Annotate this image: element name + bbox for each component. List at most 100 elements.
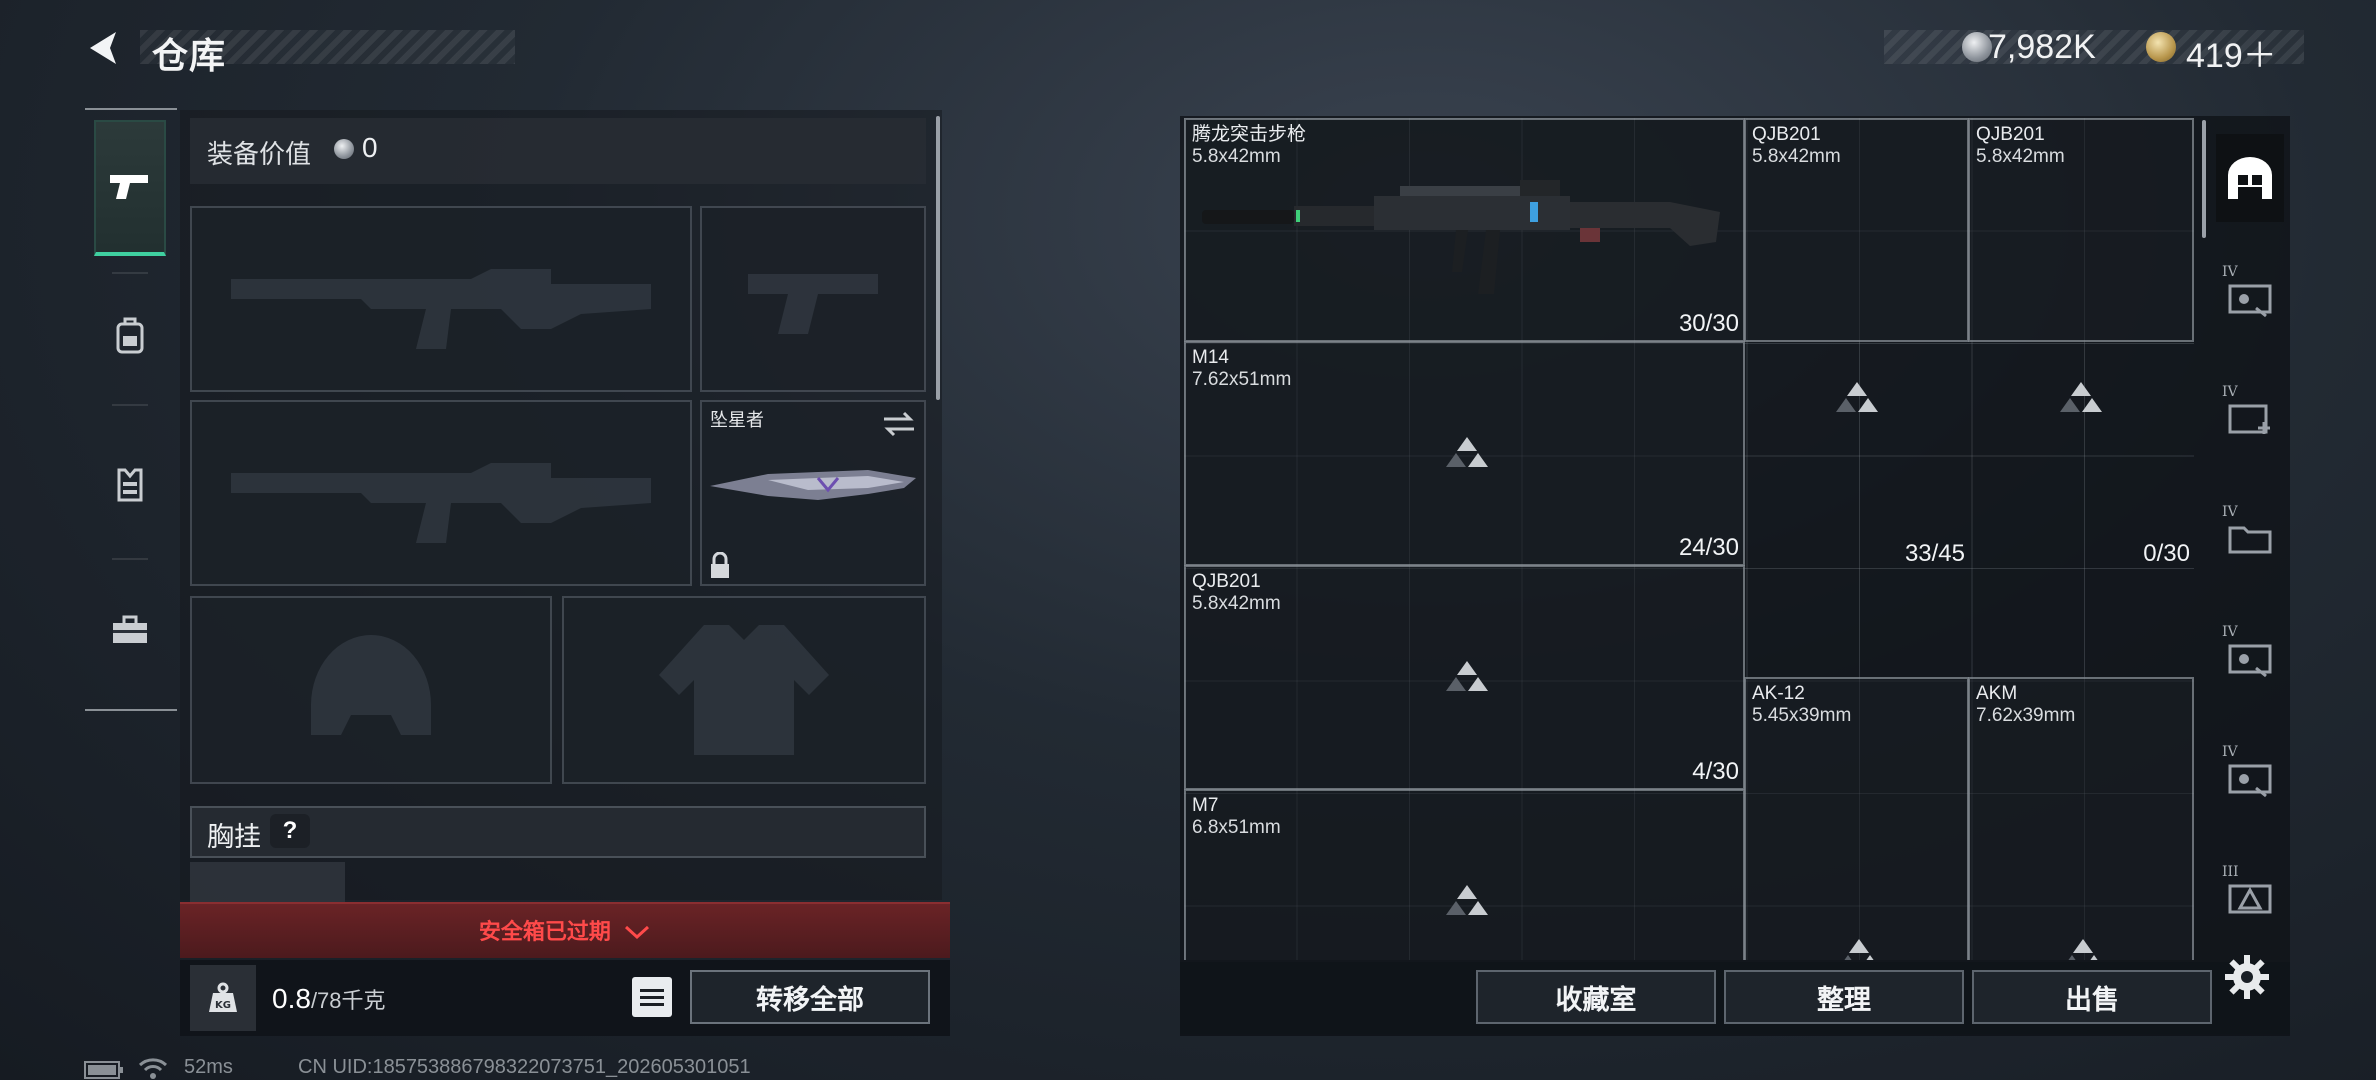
grid-item-magazine[interactable]: 33/45: [1744, 118, 1969, 678]
nav-separator: [112, 558, 148, 560]
nav-tab-toolbox[interactable]: [94, 562, 166, 698]
nav-tab-vest[interactable]: [94, 416, 166, 552]
item-name: 腾龙突击步枪: [1192, 124, 1307, 145]
grid-scrollbar[interactable]: [2202, 120, 2206, 238]
storage-medkit-icon: [2228, 404, 2270, 434]
side-tab-storage-3[interactable]: IV: [2216, 374, 2284, 462]
list-view-button[interactable]: [632, 977, 672, 1017]
item-name: M14: [1192, 347, 1229, 368]
grid-item-m7[interactable]: M7 6.8x51mm: [1184, 789, 1745, 960]
equipment-value-label: 装备价值: [207, 139, 312, 169]
collection-room-button[interactable]: 收藏室: [1476, 970, 1716, 1024]
back-arrow-icon[interactable]: [82, 26, 126, 70]
chest-rig-help-button[interactable]: ?: [270, 814, 310, 848]
primary-weapon-slot-2[interactable]: [190, 400, 692, 586]
storage-iv-icon: [2228, 284, 2272, 318]
safebox-expired-text[interactable]: 安全箱已过期: [180, 914, 950, 946]
weight-icon: KG: [209, 982, 237, 1012]
item-name: QJB201: [1192, 571, 1261, 592]
grid-item-ak12[interactable]: AK-12 5.45x39mm: [1744, 677, 1969, 960]
armor-silhouette-icon: [659, 625, 829, 755]
nav-tab-backpack[interactable]: [94, 268, 166, 404]
storage-tier-label: IV: [2222, 504, 2238, 520]
grid-item-qjb201[interactable]: QJB201 5.8x42mm 4/30: [1184, 565, 1745, 790]
storage-grid: 腾龙突击步枪 5.8x42mm 30/30 QJB201 5.8x42mm QJ…: [1184, 118, 2194, 960]
helmet-silhouette-icon: [311, 635, 431, 735]
gold-balance[interactable]: 419＋: [2186, 28, 2277, 77]
storage-iv-icon: [2228, 644, 2272, 678]
silver-balance: 7,982K: [1988, 28, 2096, 66]
ping-text: 52ms: [184, 1056, 233, 1078]
storage-tier-label: III: [2222, 864, 2239, 880]
storage-tier-label: IV: [2222, 744, 2238, 760]
item-caliber: 5.45x39mm: [1752, 705, 1852, 726]
helmet-slot[interactable]: [190, 596, 552, 784]
item-name: AK-12: [1752, 683, 1805, 704]
weight-current: 0.8: [272, 983, 311, 1014]
swap-arrows-icon[interactable]: [882, 410, 916, 438]
item-placeholder-icon: [1836, 382, 1878, 412]
side-tab-storage-5[interactable]: IV: [2216, 614, 2284, 702]
nav-divider-bottom: [85, 709, 177, 711]
safebox-status-label: 安全箱已过期: [478, 919, 611, 944]
settings-gear-icon[interactable]: [2222, 952, 2272, 1002]
storage-tier-label: IV: [2222, 624, 2238, 640]
melee-weapon-name: 坠星者: [710, 410, 764, 430]
backpack-icon: [116, 317, 144, 354]
wifi-icon: [138, 1058, 168, 1079]
item-ammo-count: 0/30: [2143, 540, 2190, 567]
silver-coin-icon: [334, 139, 354, 159]
lock-icon: [711, 552, 729, 578]
armor-slot[interactable]: [562, 596, 926, 784]
storage-folder-icon: [2228, 526, 2272, 554]
equipment-scrollbar[interactable]: [936, 116, 940, 400]
weight-value: 0.8/78千克: [272, 983, 386, 1015]
item-placeholder-icon: [2060, 382, 2102, 412]
item-placeholder-icon: [1844, 939, 1874, 960]
equipment-value: 0: [362, 132, 378, 163]
side-tab-storage-6[interactable]: IV: [2216, 734, 2284, 822]
chest-rig-label: 胸挂: [207, 822, 261, 852]
vest-icon: [117, 468, 143, 502]
svg-text:KG: KG: [215, 1000, 231, 1011]
storage-tier-label: IV: [2222, 264, 2238, 280]
side-tab-storage-4[interactable]: IV: [2216, 494, 2284, 582]
item-ammo-count: 24/30: [1678, 534, 1739, 561]
nav-tab-weapons[interactable]: [94, 120, 166, 256]
item-ammo-count: 30/30: [1678, 310, 1739, 337]
toolbox-icon: [113, 615, 147, 643]
item-ammo-count: 4/30: [1692, 758, 1739, 785]
rifle-silhouette-icon: [231, 463, 651, 543]
item-name: M7: [1192, 795, 1219, 816]
storage-tier-label: IV: [2222, 384, 2238, 400]
weight-max: /78千克: [310, 988, 386, 1013]
grid-item-magazine[interactable]: 0/30: [1968, 118, 2194, 678]
sell-button[interactable]: 出售: [1972, 970, 2212, 1024]
pistol-slot[interactable]: [700, 206, 926, 392]
item-ammo-count: 33/45: [1904, 540, 1965, 567]
weight-icon-box: KG: [190, 965, 256, 1031]
gold-coin-icon: [2146, 32, 2176, 62]
battery-icon: [84, 1061, 123, 1079]
grid-item-akm[interactable]: AKM 7.62x39mm: [1968, 677, 2194, 960]
pistol-silhouette-icon: [748, 274, 878, 334]
storage-iii-icon: [2228, 884, 2272, 914]
knife-icon: [710, 470, 916, 500]
side-tab-storage-main[interactable]: [2216, 134, 2284, 222]
transfer-all-button[interactable]: 转移全部: [690, 970, 930, 1024]
chest-rig-slot[interactable]: [190, 862, 345, 902]
melee-slot[interactable]: 坠星者: [700, 400, 926, 586]
page-title: 仓库: [152, 35, 227, 76]
item-name: AKM: [1976, 683, 2018, 704]
grid-item-tenglong-rifle[interactable]: 腾龙突击步枪 5.8x42mm 30/30: [1184, 118, 1745, 342]
rifle-silhouette-icon: [231, 269, 651, 349]
item-caliber: 5.8x42mm: [1192, 593, 1281, 614]
organize-button[interactable]: 整理: [1724, 970, 1964, 1024]
primary-weapon-slot-1[interactable]: [190, 206, 692, 392]
side-tab-storage-7[interactable]: III: [2216, 854, 2284, 942]
item-caliber: 6.8x51mm: [1192, 817, 1281, 838]
side-tab-storage-2[interactable]: IV: [2216, 254, 2284, 342]
item-placeholder-icon: [1446, 437, 1488, 467]
grid-item-m14[interactable]: M14 7.62x51mm 24/30: [1184, 341, 1745, 566]
nav-separator: [112, 404, 148, 406]
